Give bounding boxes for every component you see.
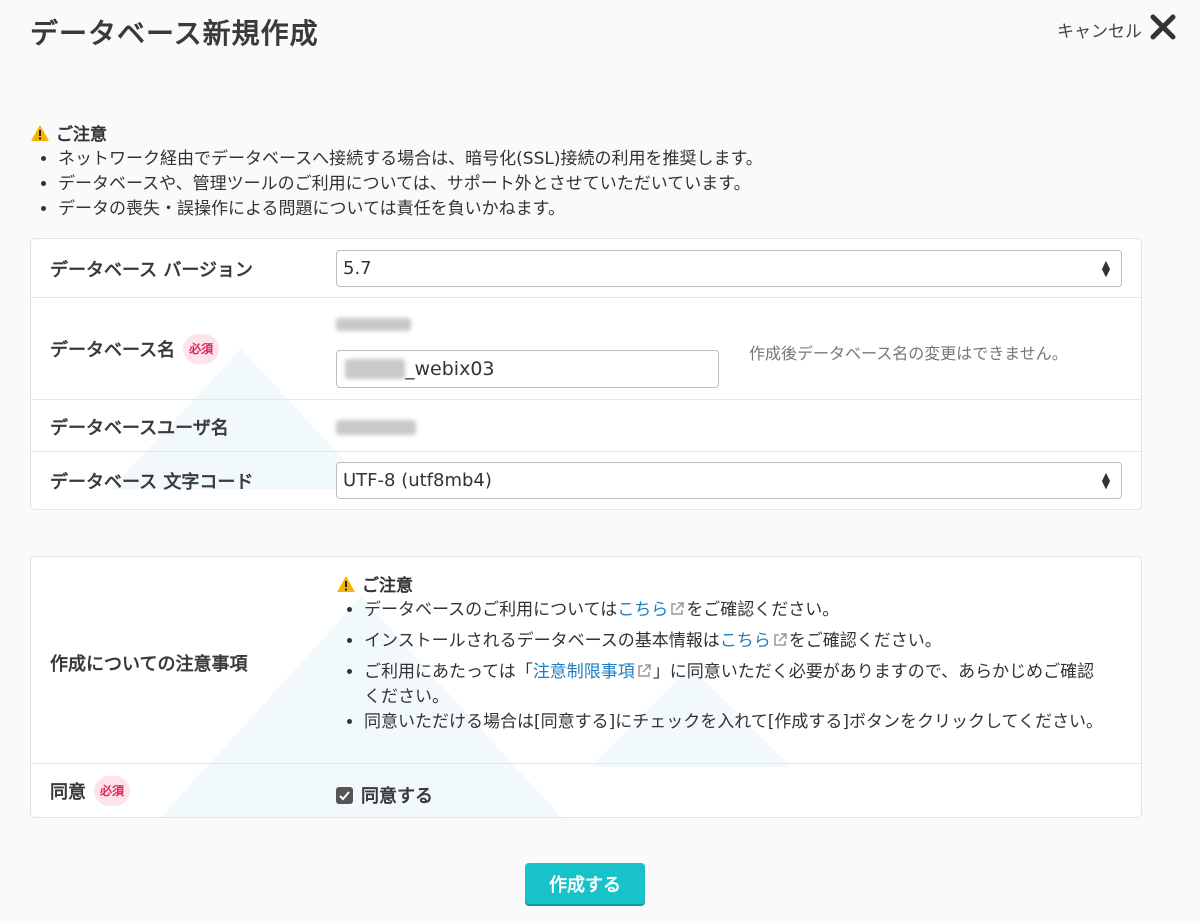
- db-user-value-redacted: [336, 420, 416, 435]
- list-item: データの喪失・誤操作による問題については責任を負いかねます。: [58, 197, 763, 222]
- list-item: インストールされるデータベースの基本情報はこちらをご確認ください。: [364, 629, 1106, 654]
- agree-row: 同意 必須 同意する: [31, 764, 1141, 817]
- cancel-label: キャンセル: [1057, 22, 1142, 42]
- notes-content: ご注意 データベースのご利用についてはこちらをご確認ください。 インストールされ…: [336, 571, 1106, 735]
- restrictions-link[interactable]: 注意制限事項: [533, 662, 635, 682]
- top-notice: ご注意 ネットワーク経由でデータベースへ接続する場合は、暗号化(SSL)接続の利…: [30, 120, 763, 222]
- notice-heading: ご注意: [30, 120, 763, 145]
- notes-label: 作成についての注意事項: [50, 650, 247, 676]
- charset-select-value: UTF-8 (utf8mb4): [343, 470, 492, 491]
- db-user-label-text: データベースユーザ名: [50, 418, 229, 439]
- list-item: ネットワーク経由でデータベースへ接続する場合は、暗号化(SSL)接続の利用を推奨…: [58, 147, 763, 172]
- list-item: 同意いただける場合は[同意する]にチェックを入れて[作成する]ボタンをクリックし…: [364, 710, 1106, 735]
- version-label: データベース バージョン: [50, 256, 253, 282]
- db-name-label-text: データベース名: [50, 340, 176, 361]
- notes-heading: ご注意: [336, 571, 1106, 596]
- external-link-icon: [774, 633, 787, 646]
- list-item: データベースのご利用についてはこちらをご確認ください。: [364, 598, 1106, 623]
- required-badge: 必須: [183, 334, 220, 364]
- notes-list: データベースのご利用についてはこちらをご確認ください。 インストールされるデータ…: [336, 598, 1106, 735]
- agree-label: 同意 必須: [50, 776, 131, 806]
- db-name-input[interactable]: _webix03: [336, 350, 719, 388]
- notes-row: 作成についての注意事項 ご注意 データベースのご利用についてはこちらをご確認くだ…: [31, 557, 1141, 764]
- db-user-row: データベースユーザ名: [31, 400, 1141, 452]
- external-link-icon: [638, 664, 651, 677]
- notice-heading-text: ご注意: [56, 125, 107, 145]
- cancel-button[interactable]: キャンセル: [1057, 12, 1178, 47]
- version-label-text: データベース バージョン: [50, 260, 254, 281]
- list-item: データベースや、管理ツールのご利用については、サポート外とさせていただいています…: [58, 172, 763, 197]
- checkbox-icon[interactable]: [336, 786, 353, 804]
- db-name-prefix-redacted: [336, 318, 411, 331]
- required-badge: 必須: [94, 776, 131, 806]
- notes-label-text: 作成についての注意事項: [50, 654, 248, 675]
- page-title: データベース新規作成: [30, 17, 319, 50]
- charset-row: データベース 文字コード UTF-8 (utf8mb4) ▲ ▼: [31, 452, 1141, 509]
- basic-info-link[interactable]: こちら: [720, 631, 771, 651]
- note-text: をご確認ください。: [788, 631, 942, 651]
- note-text: インストールされるデータベースの基本情報は: [364, 631, 720, 651]
- create-button[interactable]: 作成する: [525, 863, 645, 904]
- external-link-icon: [671, 602, 685, 615]
- agree-checkbox-label: 同意する: [361, 786, 433, 807]
- warning-icon: [336, 575, 356, 593]
- note-text: データベースのご利用については: [364, 600, 618, 620]
- notice-list: ネットワーク経由でデータベースへ接続する場合は、暗号化(SSL)接続の利用を推奨…: [30, 147, 763, 222]
- charset-select[interactable]: UTF-8 (utf8mb4) ▲ ▼: [336, 462, 1122, 499]
- charset-label-text: データベース 文字コード: [50, 472, 254, 493]
- agree-checkbox[interactable]: 同意する: [336, 782, 433, 808]
- note-text: をご確認ください。: [686, 600, 840, 620]
- db-name-hint: 作成後データベース名の変更はできません。: [749, 344, 1068, 363]
- db-name-row: データベース名 必須 _webix03 作成後データベース名の変更はできません。: [31, 298, 1141, 400]
- version-select-value: 5.7: [343, 258, 372, 279]
- db-name-input-redacted: [345, 359, 405, 379]
- db-user-label: データベースユーザ名: [50, 414, 229, 440]
- charset-label: データベース 文字コード: [50, 468, 253, 494]
- db-name-label: データベース名 必須: [50, 334, 220, 364]
- agree-label-text: 同意: [50, 782, 86, 803]
- usage-link[interactable]: こちら: [617, 600, 668, 620]
- database-settings-card: データベース バージョン 5.7 ▲ ▼ データベース名 必須 _webix03 …: [30, 238, 1142, 510]
- note-text: ご利用にあたっては「: [364, 662, 533, 682]
- notes-heading-text: ご注意: [362, 576, 413, 596]
- close-icon: [1148, 12, 1178, 47]
- terms-card: 作成についての注意事項 ご注意 データベースのご利用についてはこちらをご確認くだ…: [30, 556, 1142, 818]
- version-select[interactable]: 5.7 ▲ ▼: [336, 250, 1122, 287]
- version-row: データベース バージョン 5.7 ▲ ▼: [31, 239, 1141, 298]
- select-arrows-icon: ▲ ▼: [1101, 257, 1111, 279]
- warning-icon: [30, 124, 50, 142]
- list-item: ご利用にあたっては「注意制限事項」に同意いただく必要がありますので、あらかじめご…: [364, 660, 1106, 710]
- db-name-suffix: _webix03: [405, 358, 495, 380]
- select-arrows-icon: ▲ ▼: [1101, 469, 1111, 491]
